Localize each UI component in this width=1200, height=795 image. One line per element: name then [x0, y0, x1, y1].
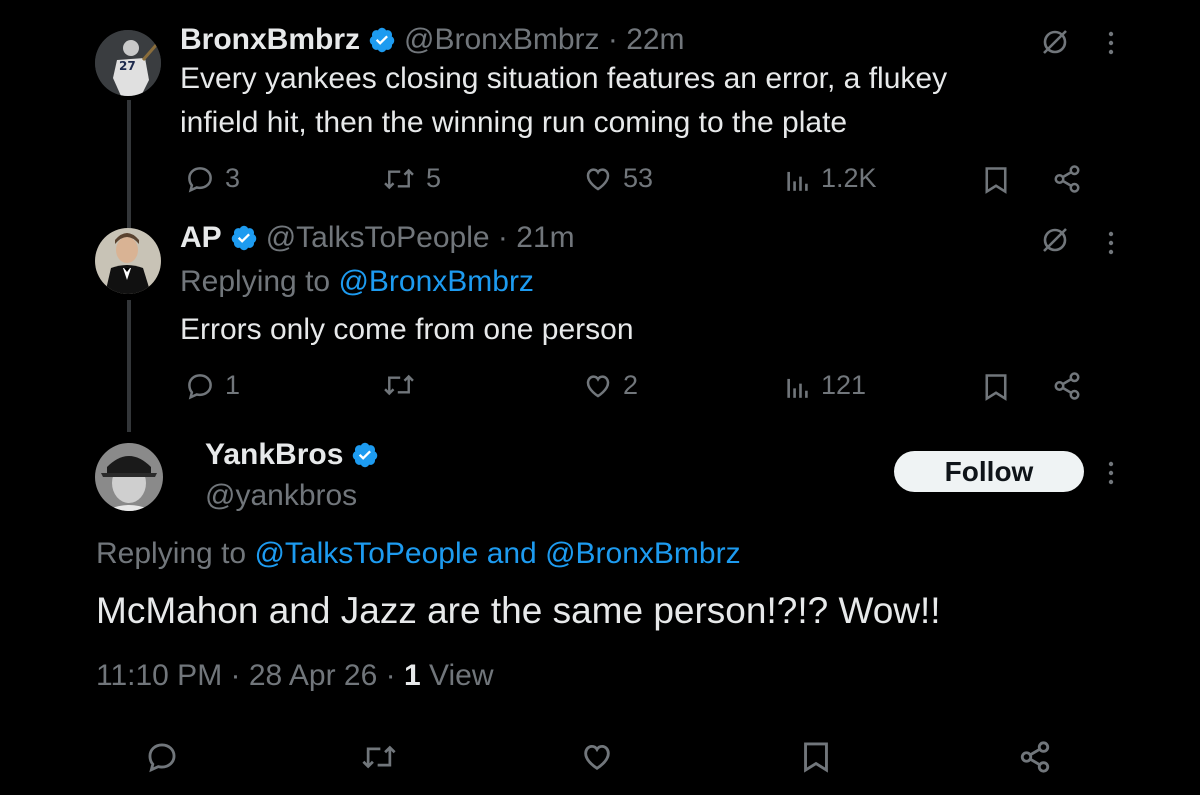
retweet-icon — [362, 745, 396, 769]
share-icon[interactable] — [1052, 371, 1082, 406]
share-button[interactable] — [1018, 740, 1052, 779]
reply-button[interactable]: 1 — [185, 370, 240, 401]
view-count: 1.2K — [821, 163, 877, 193]
retweet-button[interactable] — [382, 370, 426, 400]
replying-to: Replying to @TalksToPeople and @BronxBmb… — [96, 534, 741, 574]
views-count: 1 — [403, 659, 421, 692]
more-icon[interactable] — [1104, 228, 1118, 263]
author-handle[interactable]: @yankbros — [205, 476, 357, 516]
like-icon — [586, 374, 610, 397]
verified-badge-icon — [351, 441, 379, 469]
verified-badge-icon — [230, 224, 258, 252]
retweet-button[interactable] — [360, 740, 398, 779]
like-icon — [586, 167, 610, 190]
author-name[interactable]: BronxBmbrz — [180, 23, 360, 57]
views-icon — [787, 171, 808, 191]
thread-line — [127, 100, 131, 228]
tweet-date[interactable]: 28 Apr 26 — [249, 659, 377, 693]
bookmark-icon — [804, 742, 828, 773]
reply-button[interactable]: 3 — [185, 163, 240, 194]
replying-to: Replying to @BronxBmbrz — [180, 262, 534, 302]
bookmark-icon[interactable] — [982, 165, 1010, 200]
retweet-count: 5 — [426, 163, 442, 193]
views-icon — [787, 378, 808, 398]
author-handle[interactable]: @BronxBmbrz — [404, 23, 600, 57]
share-icon[interactable] — [1052, 164, 1082, 199]
tweet-text-line: infield hit, then the winning run coming… — [180, 106, 848, 139]
reply-icon — [188, 166, 212, 192]
tweet-text: Every yankees closing situation features… — [180, 57, 1140, 145]
tweet-text: McMahon and Jazz are the same person!?!?… — [96, 590, 941, 631]
reply-count: 3 — [225, 163, 241, 193]
svg-text:27: 27 — [119, 59, 136, 73]
separator-dot: · — [599, 23, 627, 56]
separator-dot: · — [377, 659, 404, 692]
author-name[interactable]: AP — [180, 221, 222, 255]
reply-count: 1 — [225, 370, 241, 400]
like-button[interactable] — [580, 740, 614, 779]
tweet-meta: 11:10 PM · 28 Apr 26 · 1 View — [96, 656, 493, 696]
mention-link[interactable]: @TalksToPeople — [254, 537, 478, 571]
retweet-button[interactable]: 5 — [382, 163, 441, 194]
views-button[interactable]: 121 — [785, 370, 866, 401]
timestamp[interactable]: 21m — [516, 221, 574, 255]
like-button[interactable]: 2 — [583, 370, 638, 401]
thread-line — [127, 300, 131, 432]
grok-icon[interactable] — [1040, 225, 1070, 260]
share-icon — [1020, 741, 1050, 773]
tweet-text-line: Every yankees closing situation features… — [180, 62, 948, 95]
separator-dot: · — [489, 221, 517, 254]
tweet-text: Errors only come from one person — [180, 313, 634, 346]
avatar[interactable] — [95, 228, 161, 294]
view-count: 121 — [821, 370, 867, 400]
reply-icon — [188, 373, 212, 399]
like-icon — [584, 744, 610, 770]
author-name[interactable]: YankBros — [205, 438, 343, 472]
more-icon[interactable] — [1104, 458, 1118, 493]
reply-button[interactable] — [145, 740, 179, 779]
like-count: 2 — [623, 370, 639, 400]
author-handle[interactable]: @TalksToPeople — [266, 221, 490, 255]
follow-button[interactable]: Follow — [894, 451, 1084, 492]
separator-dot: · — [222, 659, 249, 692]
replying-and: and — [486, 537, 537, 570]
replying-prefix: Replying to — [180, 265, 331, 298]
timestamp[interactable]: 22m — [626, 23, 684, 57]
like-button[interactable]: 53 — [583, 163, 653, 194]
views-label: View — [429, 659, 494, 692]
retweet-icon — [384, 168, 414, 189]
mention-link[interactable]: @BronxBmbrz — [338, 265, 534, 299]
verified-badge-icon — [368, 26, 396, 54]
tweet-time[interactable]: 11:10 PM — [96, 659, 222, 693]
avatar[interactable] — [95, 443, 163, 511]
reply-icon — [148, 743, 176, 773]
bookmark-button[interactable] — [800, 740, 832, 779]
like-count: 53 — [623, 163, 654, 193]
replying-prefix: Replying to — [96, 537, 247, 570]
avatar[interactable]: 27 — [95, 30, 161, 96]
bookmark-icon[interactable] — [982, 372, 1010, 407]
retweet-icon — [384, 374, 414, 396]
views-button[interactable]: 1.2K — [785, 163, 877, 194]
mention-link[interactable]: @BronxBmbrz — [545, 537, 741, 571]
